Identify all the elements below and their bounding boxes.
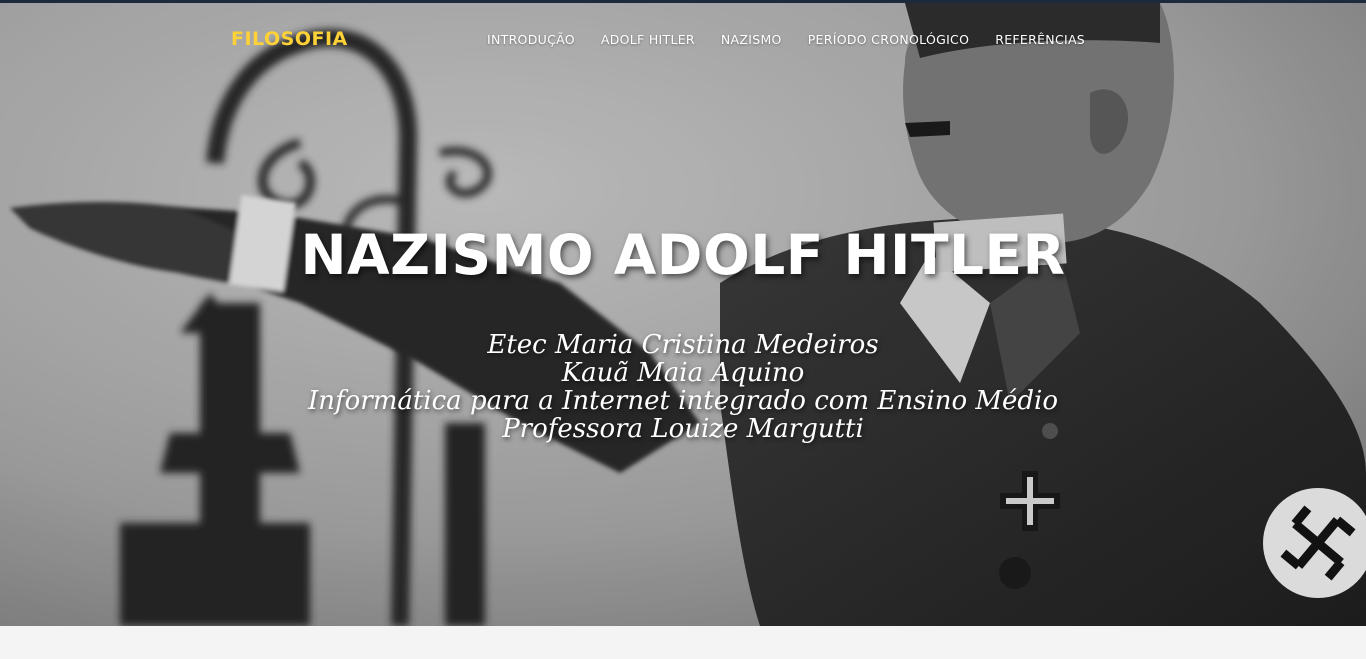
nav-item: PERÍODO CRONOLÓGICO [795,32,983,47]
brand-link[interactable]: FILOSOFIA [231,28,348,50]
navbar: FILOSOFIA INTRODUÇÃO ADOLF HITLER NAZISM… [0,3,1366,75]
nav-item: REFERÊNCIAS [982,32,1098,47]
nav-item: INTRODUÇÃO [487,32,588,47]
hero-background-photo [0,3,1366,626]
nav-menu: INTRODUÇÃO ADOLF HITLER NAZISMO PERÍODO … [487,32,1098,47]
nav-item: NAZISMO [708,32,795,47]
nav-link-introducao[interactable]: INTRODUÇÃO [487,32,588,47]
subtitle-school: Etec Maria Cristina Medeiros [487,330,879,360]
top-border [0,0,1366,3]
subtitle-author: Kauã Maia Aquino [561,358,805,388]
nav-link-referencias[interactable]: REFERÊNCIAS [982,32,1098,47]
hero-subtitle: Etec Maria Cristina Medeiros Kauã Maia A… [0,331,1366,443]
hero-section: NAZISMO ADOLF HITLER Etec Maria Cristina… [0,3,1366,626]
nav-item: ADOLF HITLER [588,32,708,47]
subtitle-course: Informática para a Internet integrado co… [307,386,1059,416]
hero-title: NAZISMO ADOLF HITLER [300,223,1066,287]
nav-link-periodo-cronologico[interactable]: PERÍODO CRONOLÓGICO [795,32,983,47]
nav-link-adolf-hitler[interactable]: ADOLF HITLER [588,32,708,47]
subtitle-teacher: Professora Louize Margutti [502,414,864,444]
nav-link-nazismo[interactable]: NAZISMO [708,32,795,47]
page-body-start [0,626,1366,659]
